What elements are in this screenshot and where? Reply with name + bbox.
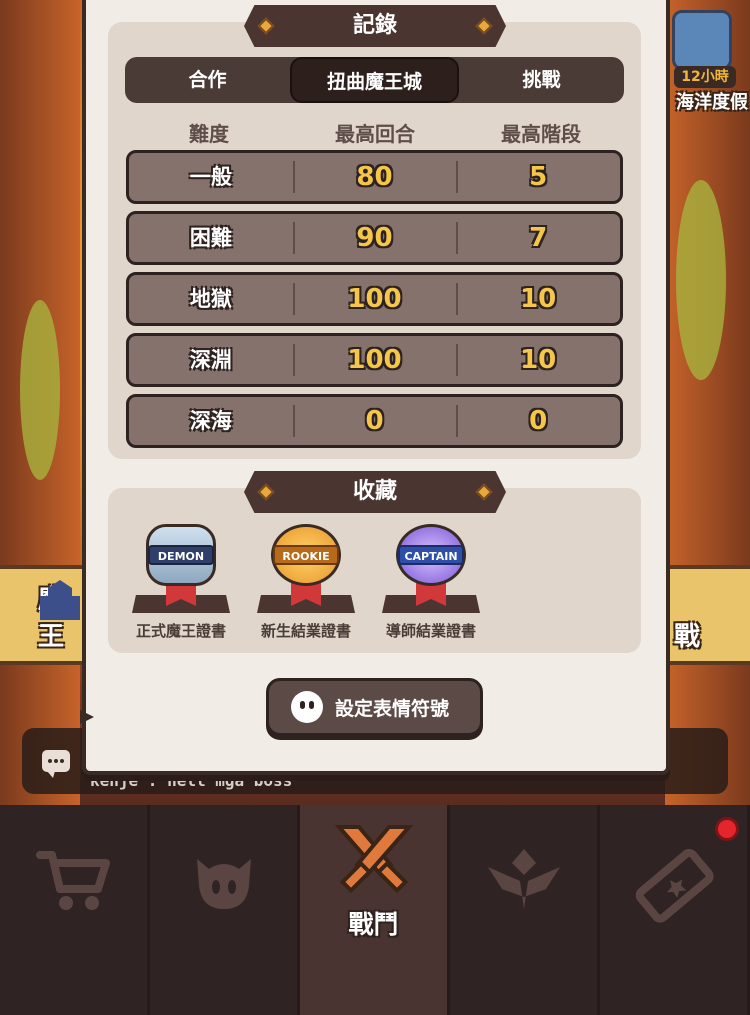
max-stage-value: 7 xyxy=(456,214,620,262)
record-row-normal: 一般 80 5 xyxy=(126,150,623,204)
badge-tag: CAPTAIN xyxy=(398,545,464,565)
monster-face-icon xyxy=(196,859,251,909)
notification-dot-icon xyxy=(715,817,739,841)
difficulty-label: 地獄 xyxy=(189,287,232,311)
nav-rank[interactable] xyxy=(450,805,600,1015)
record-row-hell: 地獄 100 10 xyxy=(126,272,623,326)
difficulty-label: 困難 xyxy=(189,226,232,250)
record-row-abyss: 深淵 100 10 xyxy=(126,333,623,387)
max-round-value: 90 xyxy=(292,214,457,262)
cart-icon xyxy=(35,851,110,910)
nav-ticket[interactable] xyxy=(600,805,750,1015)
event-avatar-icon[interactable] xyxy=(672,10,732,70)
badge-captain-certificate[interactable]: CAPTAIN 導師結業證書 xyxy=(376,520,486,640)
records-title-ribbon: 記錄 xyxy=(244,5,506,47)
record-row-deep-sea: 深海 0 0 xyxy=(126,394,623,448)
tab-twisted-castle[interactable]: 扭曲魔王城 xyxy=(290,57,459,103)
max-round-value: 0 xyxy=(292,397,457,445)
max-stage-value: 10 xyxy=(456,336,620,384)
badge-caption: 新生結業證書 xyxy=(260,622,351,640)
records-tabs: 合作 扭曲魔王城 挑戰 xyxy=(125,57,624,103)
badge-demon-certificate[interactable]: DEMON 正式魔王證書 xyxy=(126,520,236,640)
max-round-value: 100 xyxy=(292,336,457,384)
battle-side-banner[interactable]: 戰 xyxy=(665,565,750,665)
event-timer: 12小時 xyxy=(674,66,736,88)
max-stage-value: 5 xyxy=(456,153,620,201)
gem-icon xyxy=(475,17,493,35)
badge-tag: DEMON xyxy=(148,545,214,565)
gem-icon xyxy=(475,483,493,501)
bottom-nav: 戰鬥 xyxy=(0,805,750,1015)
battle-side-label: 戰 xyxy=(673,622,700,652)
green-flame-right xyxy=(676,180,726,380)
column-header-difficulty: 難度 xyxy=(189,122,229,146)
tab-coop[interactable]: 合作 xyxy=(125,57,290,103)
chat-bubble-icon[interactable] xyxy=(42,750,70,778)
rank-wings-icon xyxy=(487,849,560,909)
difficulty-label: 深海 xyxy=(189,409,232,433)
difficulty-label: 深淵 xyxy=(189,348,232,372)
nav-battle[interactable]: 戰鬥 xyxy=(300,805,450,1015)
max-stage-value: 0 xyxy=(456,397,620,445)
record-row-hard: 困難 90 7 xyxy=(126,211,623,265)
tab-challenge[interactable]: 挑戰 xyxy=(459,57,624,103)
nav-battle-label: 戰鬥 xyxy=(348,910,399,939)
set-emote-button[interactable]: 設定表情符號 xyxy=(266,678,483,736)
column-header-max-round: 最高回合 xyxy=(335,122,415,146)
badge-rookie-certificate[interactable]: ROOKIE 新生結業證書 xyxy=(251,520,361,640)
column-header-max-stage: 最高階段 xyxy=(501,122,581,146)
smiley-icon xyxy=(291,691,323,723)
difficulty-label: 一般 xyxy=(189,165,232,189)
badge-tag: ROOKIE xyxy=(273,545,339,565)
nav-monster[interactable] xyxy=(150,805,300,1015)
records-title: 記錄 xyxy=(352,13,397,38)
gem-icon xyxy=(257,483,275,501)
max-round-value: 80 xyxy=(292,153,457,201)
green-flame-left xyxy=(20,300,60,480)
badge-caption: 導師結業證書 xyxy=(385,622,476,640)
crossed-swords-icon xyxy=(334,825,413,894)
collection-title-ribbon: 收藏 xyxy=(244,471,506,513)
event-label[interactable]: 海洋度假 xyxy=(676,88,748,114)
collection-title: 收藏 xyxy=(352,479,397,504)
nav-shop[interactable] xyxy=(0,805,150,1015)
gem-icon xyxy=(257,17,275,35)
background-right-wall xyxy=(665,0,750,805)
set-emote-label: 設定表情符號 xyxy=(335,697,450,720)
ticket-icon xyxy=(635,848,714,923)
max-round-value: 100 xyxy=(292,275,457,323)
badge-caption: 正式魔王證書 xyxy=(135,622,226,640)
max-stage-value: 10 xyxy=(456,275,620,323)
